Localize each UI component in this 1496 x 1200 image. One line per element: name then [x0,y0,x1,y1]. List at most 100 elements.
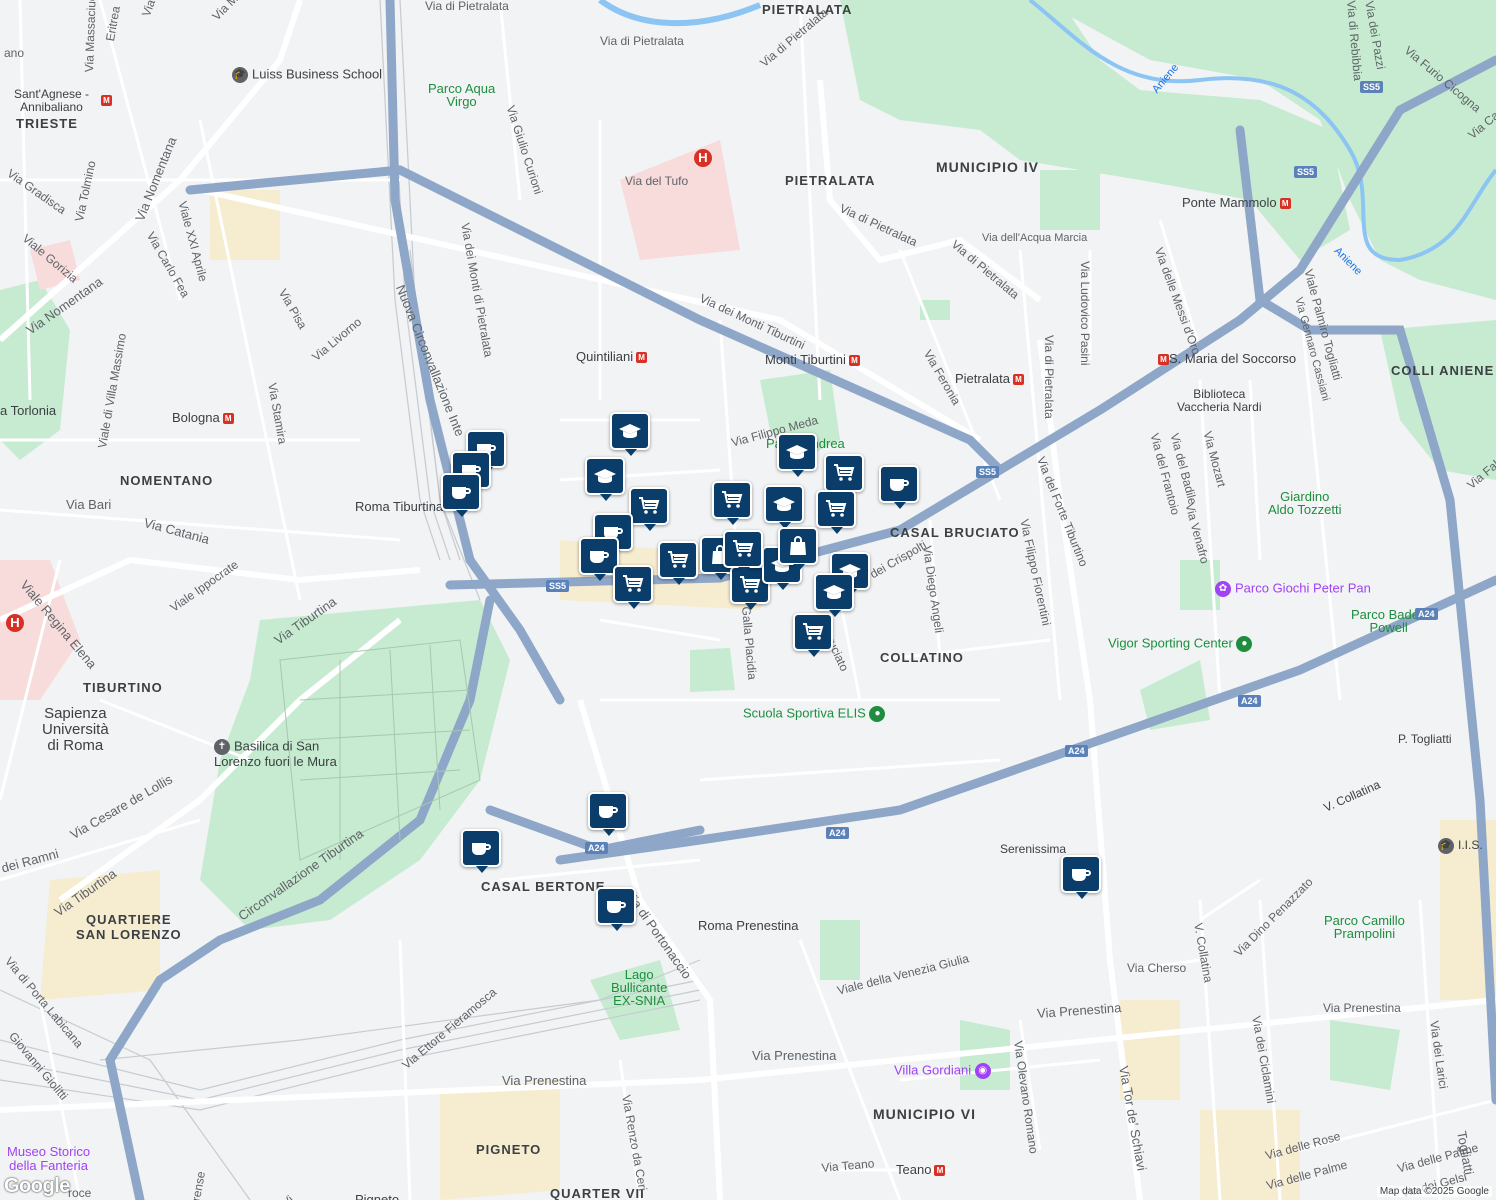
metro-label[interactable]: Bologna M [172,411,234,425]
hospital-icon[interactable]: H [694,149,712,167]
map-pin-grocery[interactable] [824,454,864,498]
camera-icon: ◉ [974,1063,991,1079]
poi-label[interactable]: 🎓 I.I.S. [1438,838,1483,854]
poi-label-text: Luiss Business School [252,66,383,82]
shopping-bag-icon [786,536,810,556]
map-pin-grocery[interactable] [816,490,856,534]
district-label: CASAL BERTONE [481,879,606,894]
coffee-cup-icon [449,482,473,502]
poi-label-text: Parco Giochi Peter Pan [1235,580,1371,596]
highway-shield: A24 [826,827,849,839]
street-label: roce [68,1186,92,1200]
map-pin-cafe[interactable] [588,792,628,836]
metro-label[interactable]: Ponte Mammolo M [1182,195,1291,210]
metro-label[interactable]: Quintiliani M [576,349,648,364]
street-label: Via di Pietralata [600,34,684,48]
map-pin-grocery[interactable] [723,530,763,574]
metro-label-text: Quintiliani [576,349,634,364]
map-pin-grocery[interactable] [658,541,698,585]
shopping-cart-icon [720,490,744,510]
street-label: Via Bari [66,497,112,512]
metro-label-text: Sant'Agnese - Annibaliano [14,87,90,114]
map-attribution[interactable]: Map data ©2025 Google [1376,1186,1492,1197]
map-pin-cafe[interactable] [1061,855,1101,899]
highway-shield: A24 [1238,695,1261,707]
map-pin-shop[interactable] [778,527,818,571]
hospital-icon[interactable]: H [6,614,24,632]
district-label: CASAL BRUCIATO [890,525,1020,540]
poi-label[interactable]: a Torlonia [0,404,56,417]
district-label: TRIESTE [16,116,78,131]
map-pin-cafe[interactable] [441,473,481,517]
map-pin-grocery[interactable] [793,613,833,657]
poi-label[interactable]: Scuola Sportiva ELIS ● [743,706,889,722]
poi-label[interactable]: Villa Gordiani ◉ [894,1063,995,1079]
station-label[interactable]: Roma Tiburtina [355,500,443,513]
poi-label[interactable]: Biblioteca Vaccheria Nardi [1177,388,1261,414]
district-label: PIETRALATA [762,2,853,17]
map-pin-grocery[interactable] [712,481,752,525]
map-pin-cafe[interactable] [879,465,919,509]
metro-label[interactable]: Monti Tiburtini M [765,352,860,367]
poi-label[interactable]: 🎓 Luiss Business School [232,67,382,83]
graduation-cap-icon [785,442,809,462]
station-label[interactable]: Roma Prenestina [698,919,798,932]
metro-label-text: Ponte Mammolo [1182,195,1277,210]
metro-icon: M [1279,198,1291,210]
poi-label[interactable]: ✝ Basilica di San Lorenzo fuori le Mura [214,739,337,769]
metro-label[interactable]: Teano M [896,1163,946,1177]
coffee-cup-icon [1069,864,1093,884]
street-label: ano [4,46,25,60]
sports-icon: ● [869,706,886,722]
district-label: PIGNETO [476,1142,542,1157]
shopping-cart-icon [666,550,690,570]
street-label: Via Prenestina [502,1073,587,1088]
map-pin-school[interactable] [585,457,625,501]
coffee-cup-icon [604,896,628,916]
metro-icon: M [222,413,234,425]
shopping-cart-icon [621,574,645,594]
shopping-cart-icon [824,499,848,519]
playground-icon: ✿ [1215,581,1231,597]
bus-stop-label[interactable]: P. Togliatti [1398,733,1452,746]
street-label: Via di Pietralata [425,0,509,13]
map-pin-grocery[interactable] [613,565,653,609]
station-label[interactable]: Serenissima [1000,843,1066,856]
park-label: Giardino Aldo Tozzetti [1268,489,1342,517]
poi-label-text: Basilica di San Lorenzo fuori le Mura [214,738,337,769]
highway-shield: SS5 [1294,166,1318,178]
district-label: MUNICIPIO VI [873,1106,977,1122]
graduation-cap-icon [822,582,846,602]
metro-label-text: Pigneto [355,1192,400,1200]
map-pin-school[interactable] [764,485,804,529]
metro-label-text: S. Maria del Soccorso [1169,351,1297,366]
map-canvas[interactable]: PIETRALATA PIETRALATA MUNICIPIO IV MUNIC… [0,0,1496,1200]
district-label: MUNICIPIO IV [936,159,1040,175]
map-pin-cafe[interactable] [596,887,636,931]
metro-label[interactable]: Pigneto [355,1193,399,1200]
district-label: COLLI ANIENE [1391,363,1495,378]
metro-label[interactable]: Pietralata M [955,372,1024,386]
map-pin-cafe[interactable] [461,829,501,873]
poi-label[interactable]: ✿ Parco Giochi Peter Pan [1215,581,1371,597]
metro-icon: M [848,355,860,367]
street-label: Via Cherso [1127,961,1187,975]
metro-icon: M [1012,374,1024,386]
metro-icon: M [1158,354,1169,366]
metro-label[interactable]: Sant'Agnese - Annibaliano [14,88,89,114]
poi-label-text: Vigor Sporting Center [1108,635,1233,651]
street-label: Via di Pietralata [1042,335,1056,419]
map-pin-grocery[interactable] [629,487,669,531]
highway-shield: A24 [585,842,608,854]
shopping-cart-icon [832,463,856,483]
metro-label-text: Monti Tiburtini [765,352,846,367]
map-pin-school[interactable] [814,573,854,617]
metro-label[interactable]: M S. Maria del Soccorso [1155,351,1297,366]
poi-label[interactable]: Vigor Sporting Center ● [1108,636,1256,652]
poi-label[interactable]: Museo Storico della Fanteria [7,1145,90,1173]
google-logo[interactable]: Google [4,1175,70,1198]
map-pin-school[interactable] [777,433,817,477]
map-pin-school[interactable] [610,412,650,456]
place-label: Sapienza Università di Roma [42,705,109,754]
church-icon: ✝ [214,739,230,755]
